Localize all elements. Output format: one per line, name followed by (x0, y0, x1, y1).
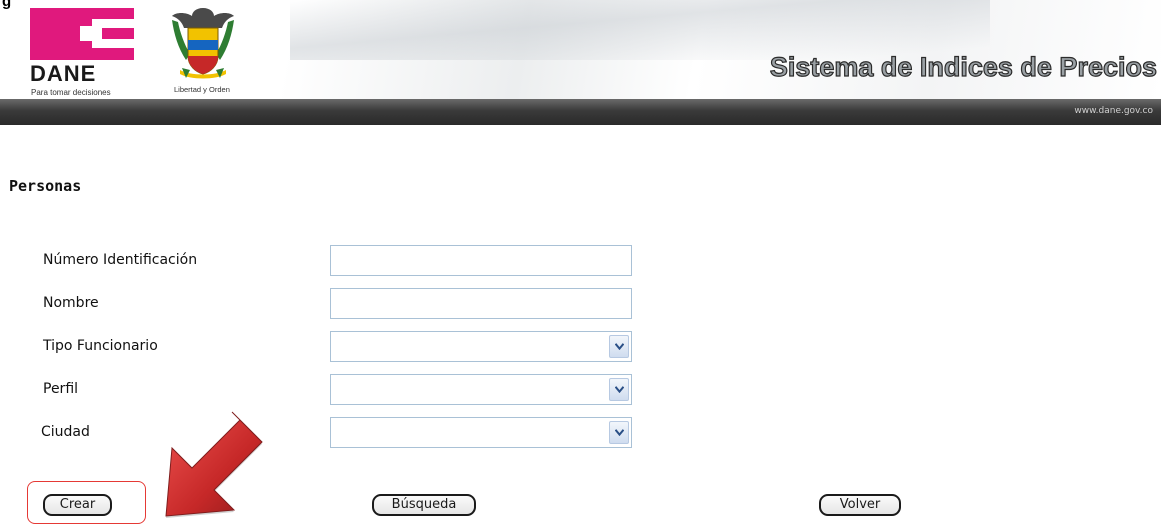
corner-text: g (2, 0, 12, 10)
site-url[interactable]: www.dane.gov.co (1074, 106, 1153, 116)
id-number-input[interactable] (330, 245, 632, 276)
pointer-arrow-icon (165, 411, 263, 518)
id-number-label: Número Identificación (43, 252, 198, 268)
dane-wordmark: DANE (30, 61, 97, 86)
header-dark-bar: www.dane.gov.co (0, 99, 1161, 125)
name-label: Nombre (43, 295, 99, 311)
coat-of-arms-icon (172, 8, 234, 79)
dane-mark-icon (30, 8, 134, 60)
search-button[interactable]: Búsqueda (372, 494, 476, 516)
city-label: Ciudad (41, 424, 90, 440)
dane-tagline: Para tomar decisiones (31, 88, 111, 97)
profile-label: Perfil (43, 381, 79, 397)
chevron-down-icon[interactable] (609, 335, 629, 358)
profile-select[interactable] (330, 374, 632, 405)
employee-type-label: Tipo Funcionario (43, 338, 158, 354)
coat-of-arms: Libertad y Orden (168, 4, 238, 94)
chevron-down-icon[interactable] (609, 378, 629, 401)
name-input[interactable] (330, 288, 632, 319)
city-select[interactable] (330, 417, 632, 448)
create-button[interactable]: Crear (43, 494, 112, 516)
page-title: Personas (9, 177, 82, 195)
banner-decoration (290, 0, 990, 60)
employee-type-select[interactable] (330, 331, 632, 362)
dane-logo: DANE Para tomar decisiones (30, 8, 160, 97)
chevron-down-icon[interactable] (609, 421, 629, 444)
coat-caption: Libertad y Orden (174, 85, 230, 94)
header-banner: DANE Para tomar decisiones Libertad y Or… (0, 0, 1161, 100)
back-button[interactable]: Volver (819, 494, 901, 516)
system-title: Sistema de Indices de Precios (769, 51, 1157, 82)
